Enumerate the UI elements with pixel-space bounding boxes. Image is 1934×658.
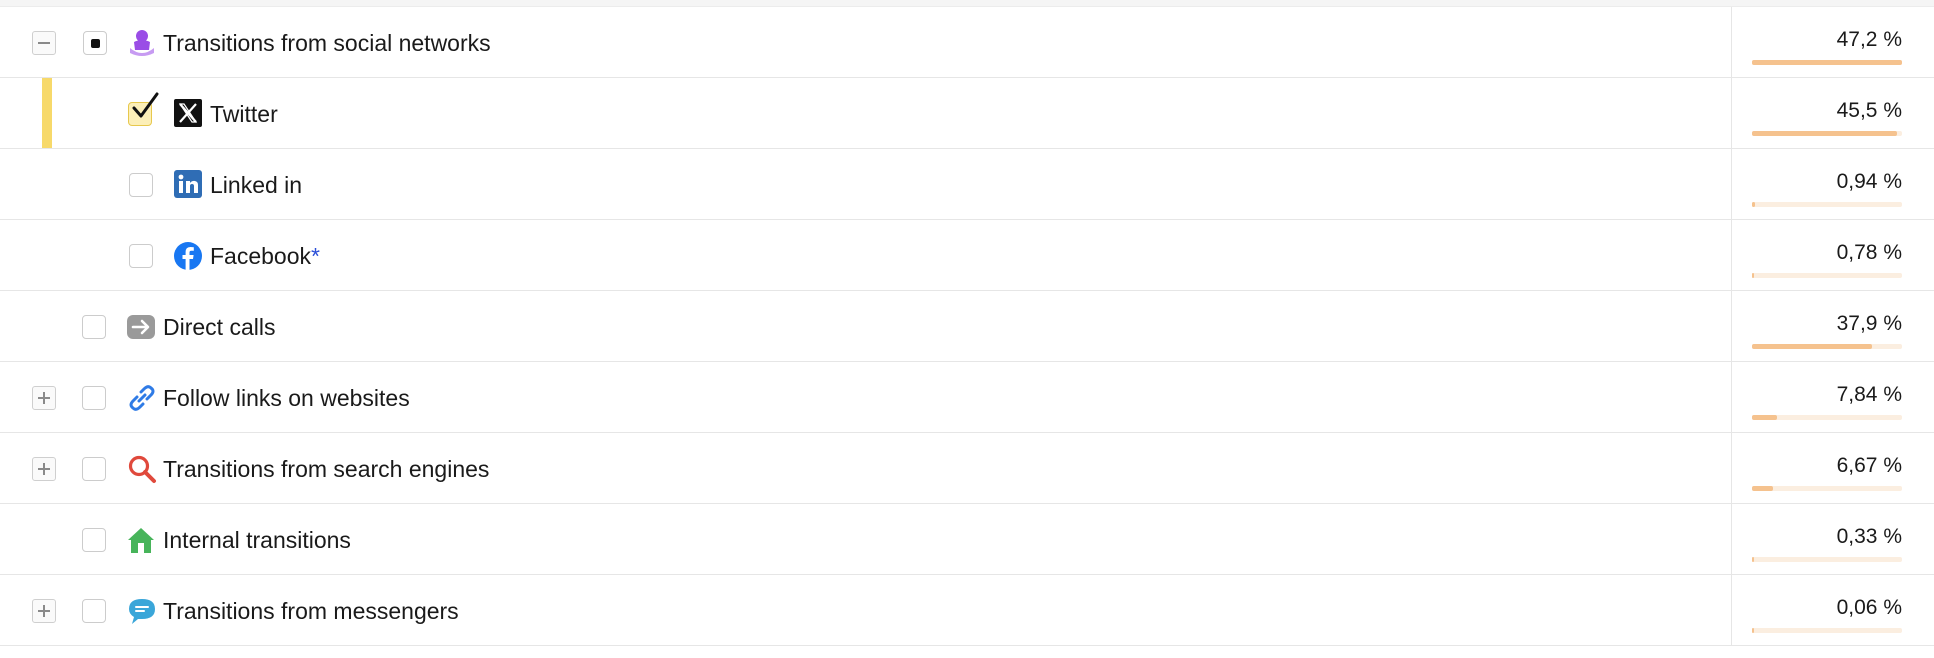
footnote-asterisk: * xyxy=(311,243,320,269)
row-checkbox[interactable] xyxy=(128,92,159,126)
row-label: Facebook* xyxy=(210,220,320,290)
row-percent: 0,33 % xyxy=(1836,525,1902,548)
table-row[interactable]: Follow links on websites 7,84 % xyxy=(0,362,1934,433)
row-checkbox[interactable] xyxy=(83,31,107,55)
share-bar-fill xyxy=(1752,273,1754,278)
share-bar xyxy=(1752,344,1902,349)
share-bar-fill xyxy=(1752,60,1902,65)
row-label: Internal transitions xyxy=(163,527,351,553)
arrow-right-icon xyxy=(126,312,156,342)
row-label: Follow links on websites xyxy=(163,385,410,411)
share-bar-fill xyxy=(1752,344,1872,349)
share-bar-fill xyxy=(1752,415,1777,420)
share-bar xyxy=(1752,557,1902,562)
traffic-sources-table: Transitions from social networks 47,2 % … xyxy=(0,7,1934,646)
table-row[interactable]: Transitions from social networks 47,2 % xyxy=(0,7,1934,78)
share-bar-fill xyxy=(1752,557,1754,562)
share-bar-fill xyxy=(1752,202,1755,207)
table-row[interactable]: Facebook* 0,78 % xyxy=(0,220,1934,291)
row-label: Direct calls xyxy=(163,314,276,340)
row-label: Linked in xyxy=(210,172,303,198)
row-label: Transitions from search engines xyxy=(163,456,490,482)
row-label: Transitions from social networks xyxy=(163,30,491,56)
row-checkbox[interactable] xyxy=(82,599,106,623)
house-icon xyxy=(126,525,156,555)
selection-marker xyxy=(42,78,52,148)
x-twitter-icon xyxy=(174,99,204,129)
collapse-button[interactable] xyxy=(32,31,56,55)
share-bar-fill xyxy=(1752,486,1773,491)
linkedin-icon xyxy=(174,170,204,200)
facebook-icon xyxy=(173,241,203,271)
row-percent: 47,2 % xyxy=(1836,28,1902,51)
magnifier-icon xyxy=(127,454,157,484)
row-checkbox[interactable] xyxy=(82,457,106,481)
expand-button[interactable] xyxy=(32,386,56,410)
row-label-text: Facebook xyxy=(210,243,312,269)
table-row[interactable]: Transitions from messengers 0,06 % xyxy=(0,575,1934,646)
row-checkbox[interactable] xyxy=(82,315,106,339)
row-percent: 7,84 % xyxy=(1836,383,1902,406)
share-bar-fill xyxy=(1752,628,1754,633)
row-percent: 37,9 % xyxy=(1836,312,1902,335)
expand-button[interactable] xyxy=(32,599,56,623)
share-bar xyxy=(1752,131,1902,136)
row-checkbox[interactable] xyxy=(82,386,106,410)
share-bar xyxy=(1752,486,1902,491)
row-percent: 0,78 % xyxy=(1836,241,1902,264)
row-percent: 6,67 % xyxy=(1836,454,1902,477)
share-bar xyxy=(1752,415,1902,420)
row-percent: 0,06 % xyxy=(1836,596,1902,619)
table-row[interactable]: Internal transitions 0,33 % xyxy=(0,504,1934,575)
table-row[interactable]: Direct calls 37,9 % xyxy=(0,291,1934,362)
header-strip xyxy=(0,0,1934,7)
user-purple-icon xyxy=(127,28,157,58)
expand-button[interactable] xyxy=(32,457,56,481)
row-checkbox[interactable] xyxy=(129,173,153,197)
row-label: Twitter xyxy=(210,101,278,127)
share-bar xyxy=(1752,273,1902,278)
link-icon xyxy=(127,383,157,413)
row-percent: 45,5 % xyxy=(1836,99,1902,122)
chat-bubble-icon xyxy=(127,596,157,626)
row-label: Transitions from messengers xyxy=(163,598,459,624)
share-bar xyxy=(1752,202,1902,207)
share-bar xyxy=(1752,60,1902,65)
table-row[interactable]: Twitter 45,5 % xyxy=(0,78,1934,149)
row-percent: 0,94 % xyxy=(1836,170,1902,193)
row-checkbox[interactable] xyxy=(129,244,153,268)
share-bar-fill xyxy=(1752,131,1897,136)
row-checkbox[interactable] xyxy=(82,528,106,552)
share-bar xyxy=(1752,628,1902,633)
table-row[interactable]: Linked in 0,94 % xyxy=(0,149,1934,220)
table-row[interactable]: Transitions from search engines 6,67 % xyxy=(0,433,1934,504)
